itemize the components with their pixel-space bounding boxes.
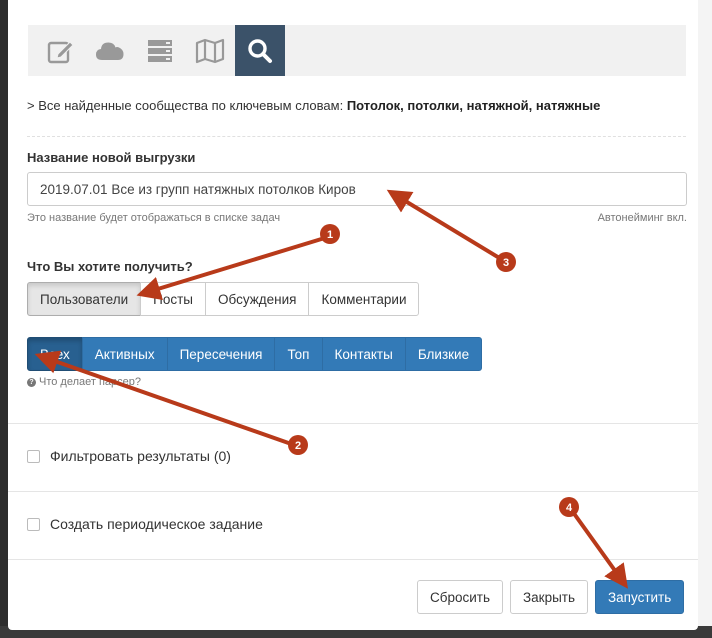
target-option-comments[interactable]: Комментарии [308, 282, 420, 316]
reset-button[interactable]: Сбросить [417, 580, 504, 614]
filter-checkbox[interactable] [27, 449, 40, 463]
periodic-row: Создать периодическое задание [27, 516, 263, 532]
divider [8, 423, 698, 424]
keywords-terms: Потолок, потолки, натяжной, натяжные [346, 98, 601, 113]
target-label: Что Вы хотите получить? [27, 259, 193, 274]
keywords-summary: > Все найденные сообщества по ключевым с… [27, 98, 600, 113]
periodic-checkbox[interactable] [27, 517, 40, 531]
filter-row: Фильтровать результаты (0) [27, 448, 231, 464]
background-left [0, 0, 8, 638]
search-icon [248, 38, 272, 63]
upload-name-help: Это название будет отображаться в списке… [27, 212, 281, 224]
divider [8, 491, 698, 492]
parser-help-link[interactable]: ? Что делает парсер? [27, 376, 141, 388]
mode-selector: Всех Активных Пересечения Топ Контакты Б… [27, 337, 483, 371]
target-option-discussions[interactable]: Обсуждения [204, 282, 310, 316]
search-tool-button[interactable] [235, 25, 285, 76]
map-tool-button[interactable] [185, 25, 235, 76]
target-option-posts[interactable]: Посты [140, 282, 206, 316]
mode-option-intersections[interactable]: Пересечения [166, 337, 276, 371]
server-icon [148, 39, 172, 62]
mode-option-top[interactable]: Топ [274, 337, 323, 371]
mode-option-close[interactable]: Близкие [404, 337, 483, 371]
parser-toolbar [28, 25, 686, 76]
upload-name-label: Название новой выгрузки [27, 150, 196, 165]
edit-icon [47, 40, 74, 63]
divider [27, 136, 686, 137]
parser-help-text: Что делает парсер? [39, 376, 142, 388]
mode-option-all[interactable]: Всех [27, 337, 83, 371]
keywords-prefix: > Все найденные сообщества по ключевым с… [27, 98, 344, 113]
autonaming-toggle[interactable]: Автонейминг вкл. [598, 212, 687, 224]
target-option-users[interactable]: Пользователи [27, 282, 142, 316]
target-selector: Пользователи Посты Обсуждения Комментари… [27, 282, 420, 316]
parser-modal: > Все найденные сообщества по ключевым с… [8, 0, 698, 630]
filter-label: Фильтровать результаты (0) [50, 448, 231, 464]
mode-option-contacts[interactable]: Контакты [321, 337, 406, 371]
run-button[interactable]: Запустить [595, 580, 685, 614]
cloud-tool-button[interactable] [85, 25, 135, 76]
footer-divider [8, 559, 698, 560]
cloud-icon [96, 42, 124, 60]
map-icon [195, 38, 225, 63]
close-button[interactable]: Закрыть [510, 580, 588, 614]
question-icon: ? [27, 377, 36, 387]
background-right [698, 0, 712, 638]
mode-option-active[interactable]: Активных [81, 337, 168, 371]
edit-tool-button[interactable] [36, 25, 86, 76]
server-tool-button[interactable] [135, 25, 185, 76]
periodic-label: Создать периодическое задание [50, 516, 263, 532]
upload-name-input[interactable] [27, 172, 687, 206]
